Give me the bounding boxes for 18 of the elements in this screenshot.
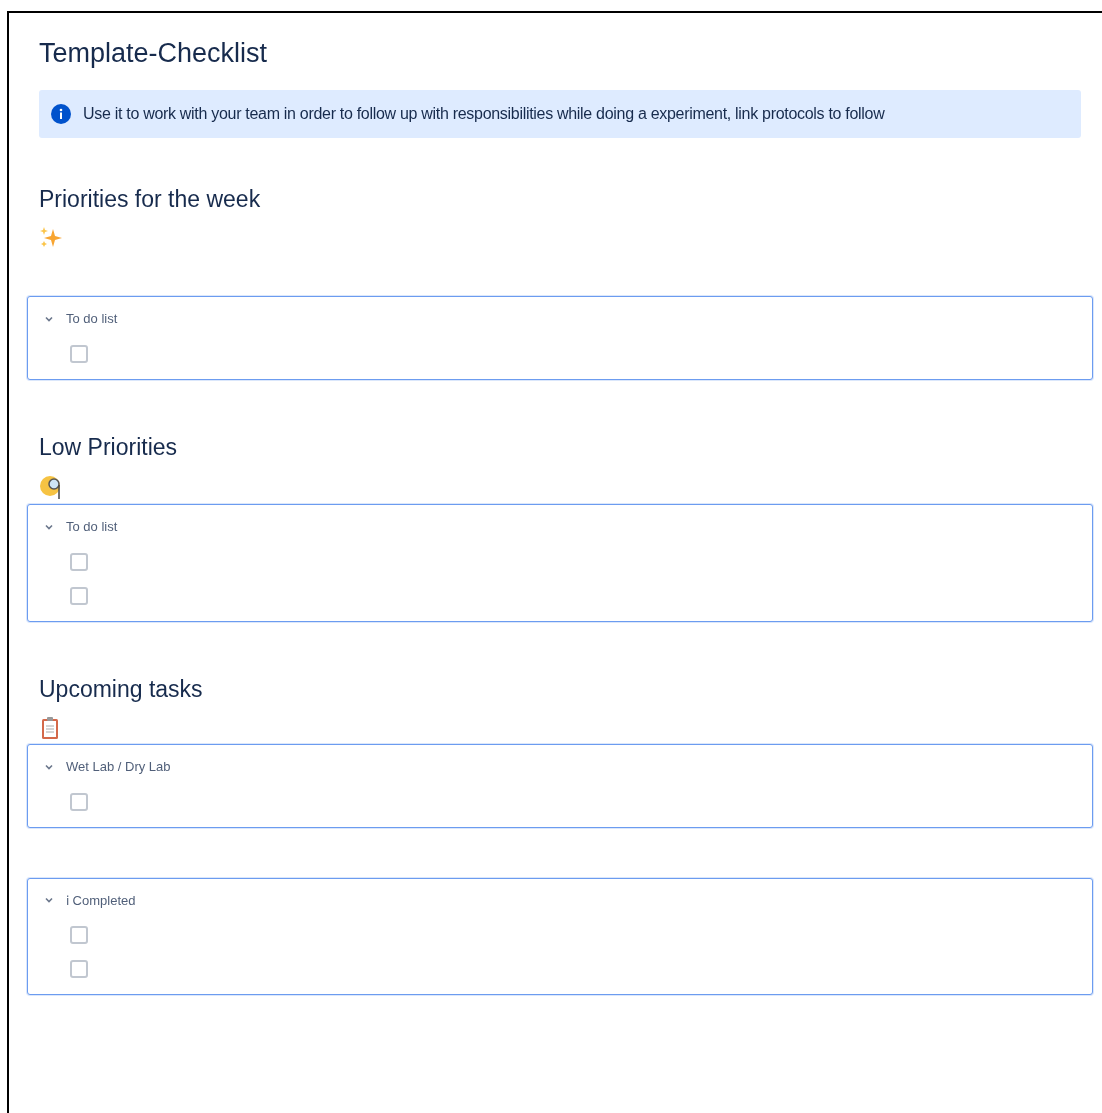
checkbox[interactable] (70, 552, 88, 571)
expand-toggle[interactable]: To do list (44, 517, 118, 537)
checkbox[interactable] (70, 960, 88, 978)
expand-toggle[interactable]: To do list (44, 309, 118, 329)
section-heading: Low Priorities (39, 432, 179, 462)
monocle-face-icon (39, 474, 63, 500)
checkbox[interactable] (70, 586, 88, 605)
page-title: Template-Checklist (39, 37, 269, 70)
info-icon (51, 103, 71, 124)
info-text: Use it to work with your team in order to follow up with responsibilities while doing a experiment, link protocols to follow (83, 103, 885, 124)
checkbox[interactable] (70, 792, 88, 811)
section-heading: Priorities for the week (39, 184, 262, 214)
section-heading: Upcoming tasks (39, 674, 204, 704)
expand-toggle[interactable]: Wet Lab / Dry Lab (44, 757, 171, 777)
checkbox[interactable] (70, 926, 88, 944)
checkbox[interactable] (70, 344, 88, 363)
expand-toggle[interactable]: ℹ Completed (44, 890, 136, 910)
clipboard-icon (39, 716, 61, 740)
